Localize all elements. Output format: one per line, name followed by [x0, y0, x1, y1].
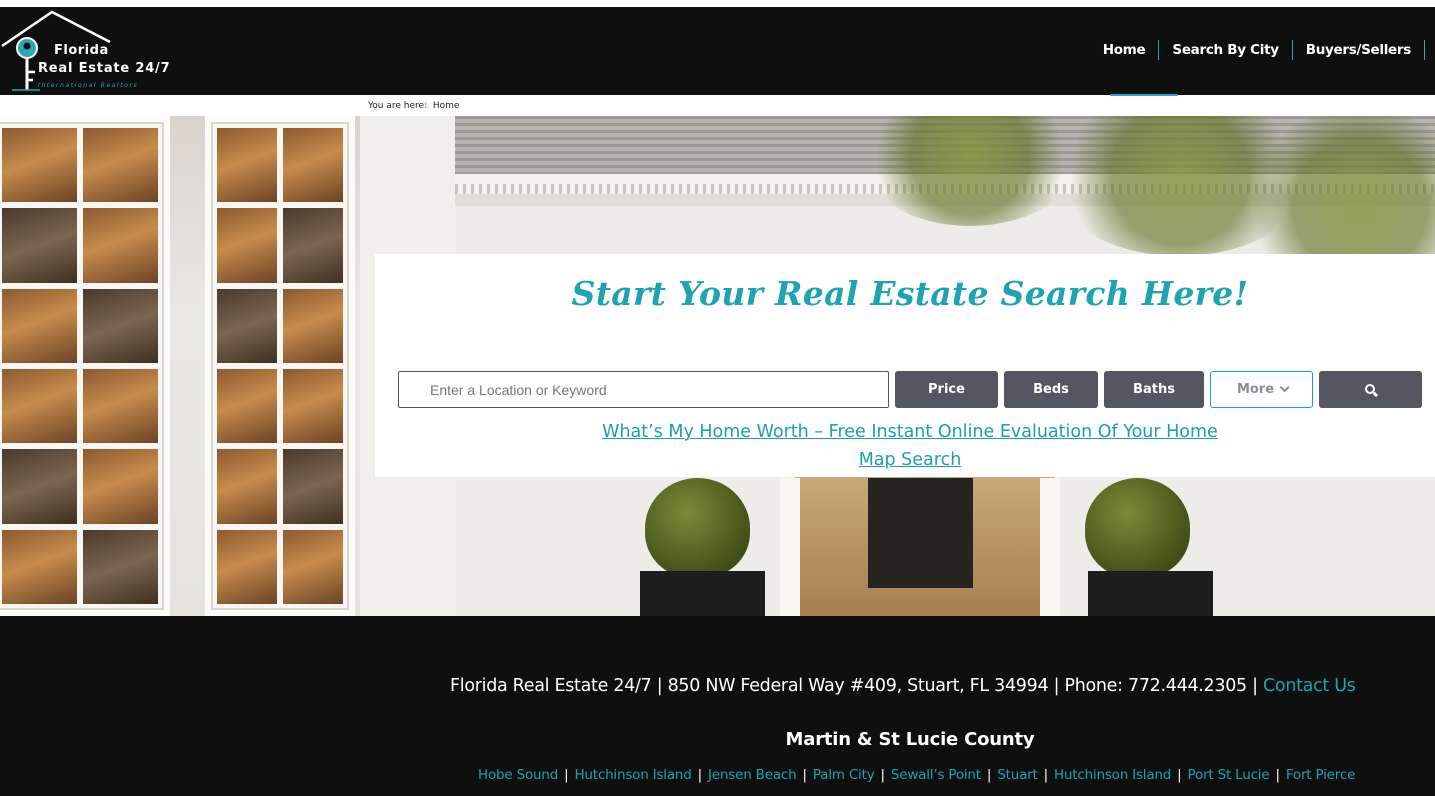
city-link-hutchinson-island-2[interactable]: Hutchinson Island — [1054, 767, 1171, 783]
footer-contact-link[interactable]: Contact Us — [1263, 676, 1356, 696]
breadcrumb-prefix: You are here: — [368, 101, 428, 111]
site-logo[interactable]: Florida Real Estate 24/7 International R… — [0, 10, 175, 96]
home-worth-link[interactable]: What’s My Home Worth – Free Instant Onli… — [375, 422, 1435, 442]
city-link-sewalls-point[interactable]: Sewall’s Point — [891, 767, 981, 783]
site-header: Florida Real Estate 24/7 International R… — [0, 7, 1435, 95]
more-filters-label: More — [1236, 382, 1275, 397]
nav-item-home[interactable]: Home — [1090, 40, 1160, 60]
city-link-stuart[interactable]: Stuart — [997, 767, 1038, 783]
footer-address: 850 NW Federal Way #409, Stuart, FL 3499… — [667, 676, 1049, 696]
footer-company: Florida Real Estate 24/7 — [450, 676, 652, 696]
hero-front-door — [868, 478, 973, 588]
site-footer: Florida Real Estate 24/7 | 850 NW Federa… — [0, 616, 1435, 796]
city-link-palm-city[interactable]: Palm City — [813, 767, 875, 783]
search-button[interactable] — [1319, 371, 1422, 408]
hero-shrub-left — [645, 478, 750, 578]
hero-french-door-right — [205, 116, 355, 616]
breadcrumb-current: Home — [432, 101, 460, 111]
logo-text-florida: Florida — [54, 43, 109, 58]
footer-county-heading: Martin & St Lucie County — [785, 729, 1035, 750]
search-title: Start Your Real Estate Search Here! — [571, 274, 1249, 313]
city-link-hobe-sound[interactable]: Hobe Sound — [478, 767, 558, 783]
logo-text-tagline: International Realtors — [38, 82, 139, 89]
search-icon — [1364, 383, 1378, 397]
baths-filter-button[interactable]: Baths — [1104, 371, 1204, 408]
nav-item-buyers-sellers[interactable]: Buyers/Sellers — [1293, 40, 1425, 60]
main-nav: Home Search By City Buyers/Sellers — [1090, 40, 1425, 60]
footer-phone: Phone: 772.444.2305 — [1064, 676, 1247, 696]
city-link-hutchinson-island[interactable]: Hutchinson Island — [574, 767, 691, 783]
footer-city-links: Hobe Sound | Hutchinson Island | Jensen Beac… — [478, 767, 1356, 783]
search-input[interactable] — [398, 371, 889, 408]
search-panel: Start Your Real Estate Search Here! Pric… — [375, 254, 1435, 477]
city-link-port-st-lucie[interactable]: Port St Lucie — [1188, 767, 1270, 783]
breadcrumb: You are here: Home — [368, 101, 459, 111]
more-filters-button[interactable]: More — [1210, 371, 1313, 408]
top-strip — [0, 0, 1435, 7]
footer-contact-line: Florida Real Estate 24/7 | 850 NW Federa… — [450, 676, 1356, 696]
city-link-jensen-beach[interactable]: Jensen Beach — [708, 767, 797, 783]
map-search-link[interactable]: Map Search — [375, 450, 1435, 470]
beds-filter-button[interactable]: Beds — [1004, 371, 1098, 408]
hero-french-door-left — [0, 116, 170, 616]
nav-active-indicator — [1110, 94, 1178, 96]
nav-item-search-by-city[interactable]: Search By City — [1159, 40, 1293, 60]
chevron-down-icon — [1279, 382, 1290, 393]
logo-text-real-estate: Real Estate 24/7 — [38, 61, 171, 76]
price-filter-button[interactable]: Price — [895, 371, 998, 408]
hero-shrub-right — [1085, 478, 1190, 578]
city-link-fort-pierce[interactable]: Fort Pierce — [1286, 767, 1356, 783]
